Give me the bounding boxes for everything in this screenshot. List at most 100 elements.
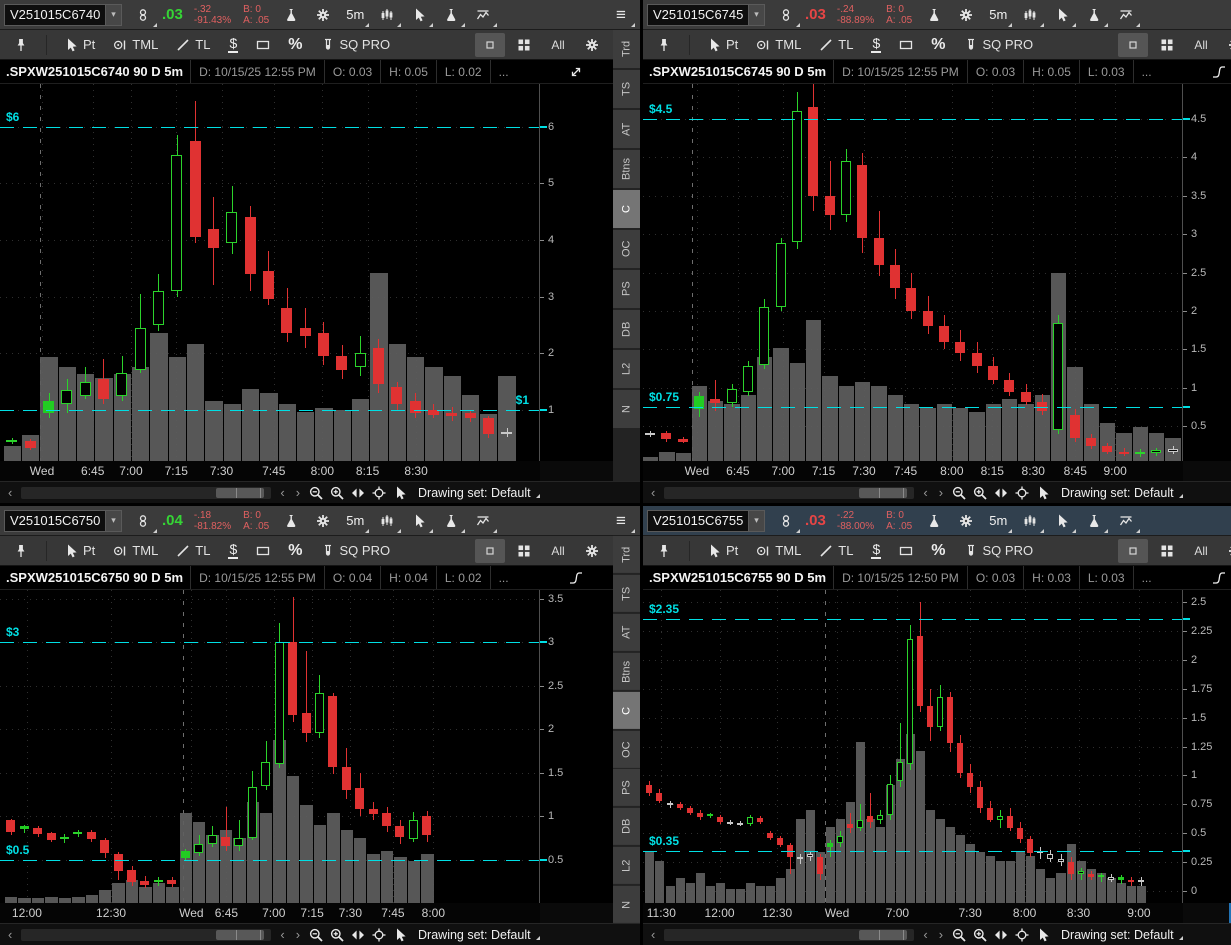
side-tab-ts[interactable]: TS xyxy=(613,70,640,108)
trendline-tool-button[interactable]: TL xyxy=(812,537,860,565)
pin-button[interactable] xyxy=(649,537,679,565)
percent-tool-button[interactable]: % xyxy=(281,31,309,59)
percent-tool-button[interactable]: % xyxy=(924,31,952,59)
pointer-button[interactable] xyxy=(1036,928,1050,942)
scroll-step-right[interactable]: › xyxy=(294,486,302,499)
crosshair-button[interactable] xyxy=(1015,486,1029,500)
plot-area[interactable]: $6$1 xyxy=(0,84,540,461)
chart-style-button[interactable] xyxy=(1015,1,1045,29)
pointer-button[interactable] xyxy=(393,486,407,500)
zoom-in-button[interactable] xyxy=(973,486,987,500)
crosshair-button[interactable] xyxy=(372,486,386,500)
side-tab-ps[interactable]: PS xyxy=(613,270,640,308)
toolbar-settings-button[interactable] xyxy=(1220,31,1231,59)
drawings-button[interactable] xyxy=(1111,507,1141,535)
analyze-button[interactable] xyxy=(919,507,949,535)
side-tab-ps[interactable]: PS xyxy=(613,769,640,806)
pan-arrows-button[interactable] xyxy=(351,486,365,500)
side-tab-n[interactable]: N xyxy=(613,886,640,923)
side-tab-db[interactable]: DB xyxy=(613,808,640,845)
scroll-left-arrow[interactable]: ‹ xyxy=(6,928,14,941)
pin-button[interactable] xyxy=(649,31,679,59)
link-button[interactable] xyxy=(128,1,158,29)
title-action-icon[interactable] xyxy=(1212,566,1226,589)
scroll-left-arrow[interactable]: ‹ xyxy=(6,486,14,499)
pointer-tool-button[interactable]: Pt xyxy=(700,537,745,565)
side-tab-c[interactable]: C xyxy=(613,190,640,228)
studies-button[interactable] xyxy=(436,507,466,535)
toolbar-settings-button[interactable] xyxy=(1220,537,1231,565)
grid-layout-button[interactable] xyxy=(1152,31,1182,59)
settings-button[interactable] xyxy=(951,1,981,29)
scroll-left-arrow[interactable]: ‹ xyxy=(649,928,657,941)
pin-button[interactable] xyxy=(6,537,36,565)
pointer-tool-button[interactable]: Pt xyxy=(57,31,102,59)
ohlc-more[interactable]: ... xyxy=(1133,60,1160,83)
time-axis[interactable]: Wed6:457:007:157:307:458:008:158:30 xyxy=(0,461,540,481)
cursor-mode-button[interactable] xyxy=(1047,507,1077,535)
scrollbar[interactable] xyxy=(664,487,914,499)
side-tab-trd[interactable]: Trd xyxy=(613,536,640,573)
link-button[interactable] xyxy=(771,1,801,29)
pointer-button[interactable] xyxy=(393,928,407,942)
analyze-button[interactable] xyxy=(276,1,306,29)
rectangle-tool-button[interactable] xyxy=(892,537,920,565)
sqpro-tool-button[interactable]: SQ PRO xyxy=(314,31,398,59)
scrollbar-thumb[interactable] xyxy=(216,930,264,940)
settings-button[interactable] xyxy=(308,507,338,535)
side-tab-ts[interactable]: TS xyxy=(613,575,640,612)
ohlc-more[interactable]: ... xyxy=(490,566,517,589)
plot-area[interactable]: $3$0.5 xyxy=(0,590,540,903)
tml-tool-button[interactable]: TML xyxy=(106,537,165,565)
title-action-icon[interactable] xyxy=(569,566,583,589)
grid-layout-button[interactable] xyxy=(1152,537,1182,565)
zoom-out-button[interactable] xyxy=(952,928,966,942)
pointer-tool-button[interactable]: Pt xyxy=(57,537,102,565)
scroll-step-left[interactable]: ‹ xyxy=(278,928,286,941)
percent-tool-button[interactable]: % xyxy=(924,537,952,565)
symbol-input[interactable]: V251015C6745 ▾ xyxy=(647,4,765,26)
percent-tool-button[interactable]: % xyxy=(281,537,309,565)
zoom-out-button[interactable] xyxy=(309,928,323,942)
drawing-set-selector[interactable]: Drawing set: Default xyxy=(414,486,541,500)
symbol-dropdown-button[interactable]: ▾ xyxy=(748,5,764,25)
side-tab-c[interactable]: C xyxy=(613,692,640,729)
price-level-tool-button[interactable]: $ xyxy=(864,31,888,59)
ohlc-more[interactable]: ... xyxy=(490,60,517,83)
chart-menu-button[interactable]: ≡ xyxy=(606,1,636,29)
drawings-button[interactable] xyxy=(468,507,498,535)
all-button[interactable]: All xyxy=(543,31,573,59)
side-tab-at[interactable]: AT xyxy=(613,110,640,148)
sqpro-tool-button[interactable]: SQ PRO xyxy=(957,537,1041,565)
time-axis[interactable]: Wed6:457:007:157:307:458:008:158:308:459… xyxy=(643,461,1183,481)
zoom-out-button[interactable] xyxy=(309,486,323,500)
price-level-tool-button[interactable]: $ xyxy=(221,31,245,59)
scroll-step-right[interactable]: › xyxy=(937,928,945,941)
timeframe-button[interactable]: 5m xyxy=(983,507,1013,535)
pan-arrows-button[interactable] xyxy=(994,928,1008,942)
side-tab-n[interactable]: N xyxy=(613,390,640,428)
zoom-in-button[interactable] xyxy=(973,928,987,942)
tml-tool-button[interactable]: TML xyxy=(106,31,165,59)
cursor-mode-button[interactable] xyxy=(404,1,434,29)
title-action-icon[interactable] xyxy=(569,60,583,83)
scroll-step-right[interactable]: › xyxy=(294,928,302,941)
single-view-button[interactable] xyxy=(475,539,505,563)
scroll-step-left[interactable]: ‹ xyxy=(278,486,286,499)
side-tab-l2[interactable]: L2 xyxy=(613,847,640,884)
price-axis[interactable]: 00.250.50.7511.251.51.7522.252.5 xyxy=(1183,590,1231,903)
symbol-input[interactable]: V251015C6750 ▾ xyxy=(4,510,122,532)
chart-style-button[interactable] xyxy=(372,507,402,535)
pan-arrows-button[interactable] xyxy=(351,928,365,942)
studies-button[interactable] xyxy=(1079,507,1109,535)
price-axis[interactable]: 123456 xyxy=(540,84,613,461)
scrollbar[interactable] xyxy=(664,929,914,941)
symbol-dropdown-button[interactable]: ▾ xyxy=(105,5,121,25)
trendline-tool-button[interactable]: TL xyxy=(169,31,217,59)
scrollbar-thumb[interactable] xyxy=(859,930,907,940)
time-axis[interactable]: 12:0012:30Wed6:457:007:157:307:458:00 xyxy=(0,903,540,923)
price-axis[interactable]: 0.511.522.533.5 xyxy=(540,590,613,903)
side-tab-btns[interactable]: Btns xyxy=(613,150,640,188)
timeframe-button[interactable]: 5m xyxy=(983,1,1013,29)
pan-arrows-button[interactable] xyxy=(994,486,1008,500)
